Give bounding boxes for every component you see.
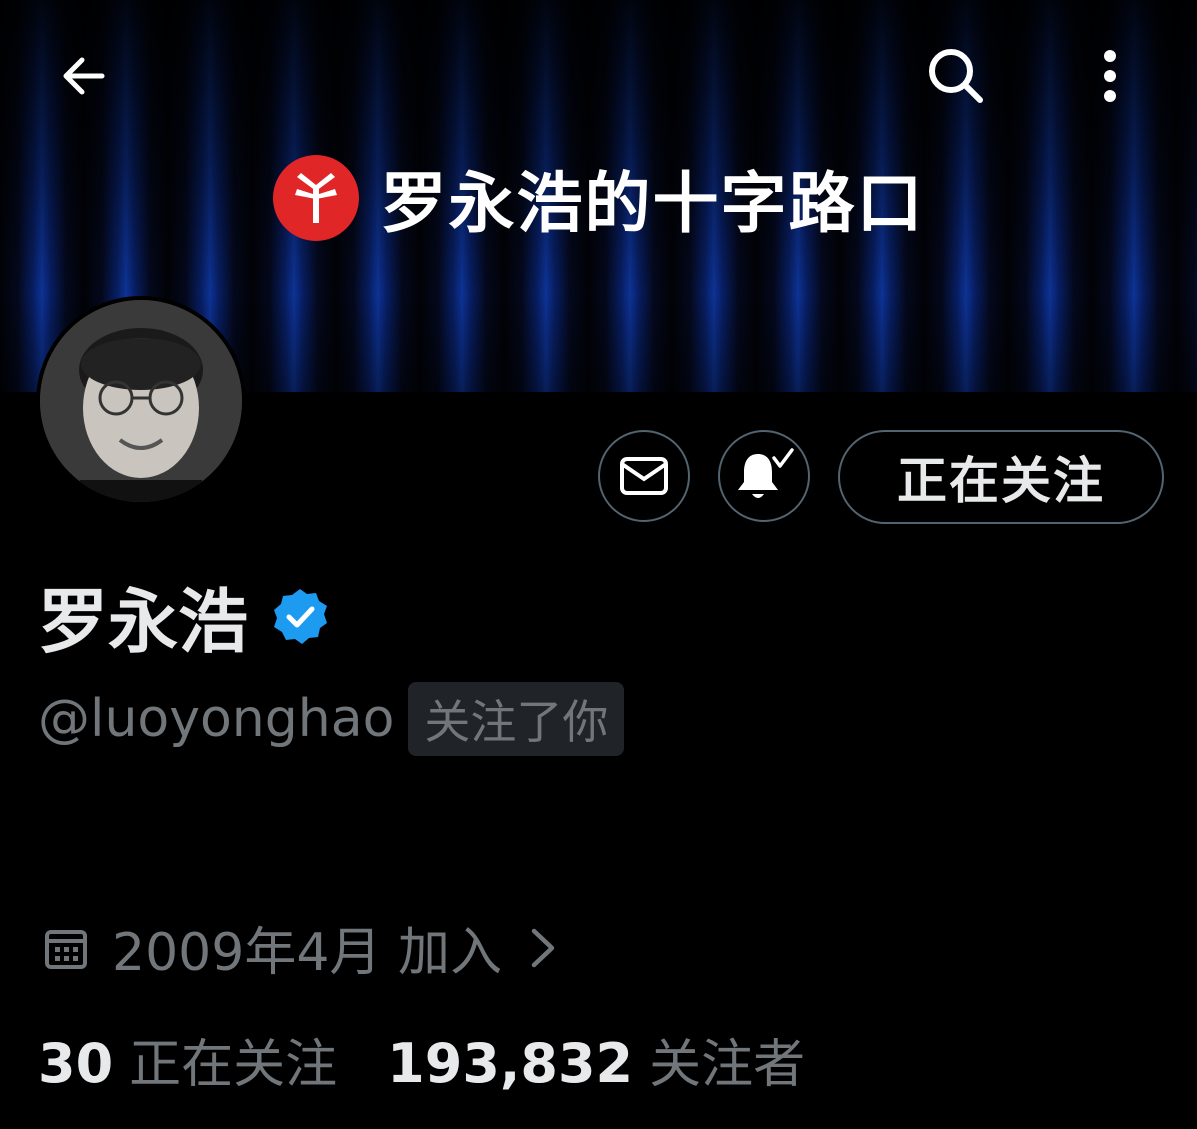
display-name: 罗永浩: [38, 581, 248, 663]
verified-badge-icon[interactable]: [270, 587, 330, 647]
following-button[interactable]: 正在关注: [838, 430, 1164, 524]
chevron-right-icon: [531, 928, 555, 967]
message-button[interactable]: [598, 430, 690, 522]
more-options-button[interactable]: [1072, 38, 1148, 114]
more-vertical-icon: [1104, 50, 1116, 102]
handle-row: @luoyonghao 关注了你: [38, 682, 625, 756]
joined-date: 2009年4月 加入: [112, 923, 502, 983]
search-button[interactable]: [918, 38, 994, 114]
crossroads-logo-icon: [272, 155, 359, 241]
banner-title-group: 罗永浩的十字路口: [0, 150, 1197, 246]
followers-stat[interactable]: 193,832 关注者: [387, 1022, 805, 1097]
arrow-left-icon: [63, 57, 105, 95]
display-name-row: 罗永浩: [38, 566, 330, 667]
avatar-photo: [40, 300, 242, 502]
joined-date-row[interactable]: 2009年4月 加入: [42, 910, 560, 985]
follows-you-badge: 关注了你: [408, 682, 625, 756]
following-label: 正在关注: [129, 1035, 338, 1095]
bell-check-icon: [738, 448, 794, 498]
mail-icon: [620, 457, 668, 495]
banner-title: 罗永浩的十字路口: [380, 164, 925, 242]
followers-label: 关注者: [649, 1035, 806, 1095]
avatar[interactable]: [36, 296, 246, 506]
search-icon: [929, 49, 983, 103]
user-handle: @luoyonghao: [38, 689, 395, 749]
following-stat[interactable]: 30 正在关注: [38, 1022, 337, 1097]
notifications-button[interactable]: [718, 430, 810, 522]
followers-count: 193,832: [387, 1032, 634, 1095]
back-button[interactable]: [46, 38, 122, 114]
follow-stats: 30 正在关注 193,832 关注者: [38, 1022, 805, 1097]
calendar-icon: [45, 929, 87, 969]
following-count: 30: [38, 1032, 114, 1095]
